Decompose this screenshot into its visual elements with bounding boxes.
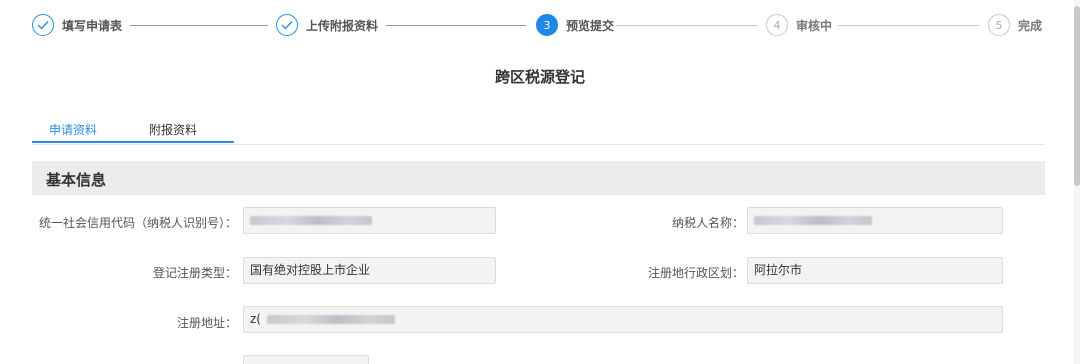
registration-region-label: 注册地行政区划： [647, 266, 744, 280]
section-title: 基本信息 [46, 171, 107, 189]
step-connector [130, 25, 268, 26]
credit-code-field[interactable] [243, 207, 496, 234]
step-number: 5 [988, 14, 1010, 36]
step-3: 3 预览提交 [536, 13, 614, 37]
address-value: z( [250, 312, 261, 326]
step-label: 预览提交 [566, 18, 615, 33]
check-icon [276, 14, 298, 36]
step-connector [838, 25, 980, 26]
step-1: 填写申请表 [32, 13, 122, 37]
progress-steps: 填写申请表 上传附报资料 3 预览提交 4 审核中 5 完成 [32, 13, 1042, 37]
registration-type-field[interactable]: 国有绝对控股上市企业 [243, 257, 496, 284]
step-connector [386, 25, 526, 26]
step-label: 完成 [1018, 18, 1043, 33]
taxpayer-name-label: 纳税人名称： [671, 216, 744, 230]
step-label: 上传附报资料 [306, 18, 379, 33]
step-label: 填写申请表 [62, 18, 123, 33]
step-label: 审核中 [796, 18, 833, 33]
registration-type-label: 登记注册类型： [152, 266, 237, 280]
scrollbar-thumb[interactable] [1074, 6, 1080, 186]
registration-address-label: 注册地址： [176, 316, 237, 330]
step-connector [616, 25, 758, 26]
taxpayer-name-field[interactable] [747, 207, 1003, 234]
scrollbar[interactable] [1074, 0, 1080, 364]
check-icon [32, 14, 54, 36]
step-number: 3 [536, 14, 558, 36]
redacted-value [266, 315, 395, 324]
redacted-value [250, 216, 372, 225]
next-field-partial[interactable] [243, 355, 369, 364]
step-4: 4 审核中 [766, 13, 832, 37]
redacted-value [754, 216, 872, 225]
step-2: 上传附报资料 [276, 13, 378, 37]
active-tab-indicator [32, 141, 234, 143]
step-5: 5 完成 [988, 13, 1042, 37]
credit-code-label: 统一社会信用代码（纳税人识别号）： [38, 216, 237, 230]
section-header: 基本信息 [32, 161, 1045, 195]
tab-bar: 申请资料 附报资料 [32, 121, 1044, 145]
step-number: 4 [766, 14, 788, 36]
page-title: 跨区税源登记 [494, 68, 585, 86]
registration-region-field[interactable]: 阿拉尔市 [747, 257, 1003, 284]
registration-address-field[interactable]: z( [243, 306, 1003, 333]
